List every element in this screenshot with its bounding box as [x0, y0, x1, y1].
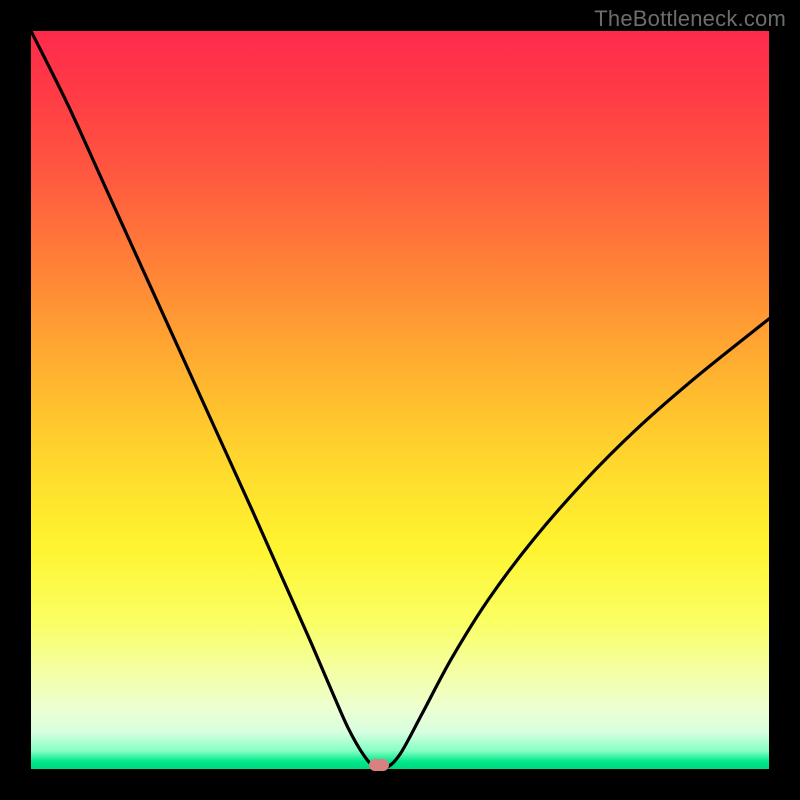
trough-marker [369, 759, 389, 771]
curve-layer [31, 31, 769, 769]
watermark-text: TheBottleneck.com [594, 6, 786, 32]
chart-frame: TheBottleneck.com [0, 0, 800, 800]
plot-area [31, 31, 769, 769]
bottleneck-curve [31, 31, 769, 769]
